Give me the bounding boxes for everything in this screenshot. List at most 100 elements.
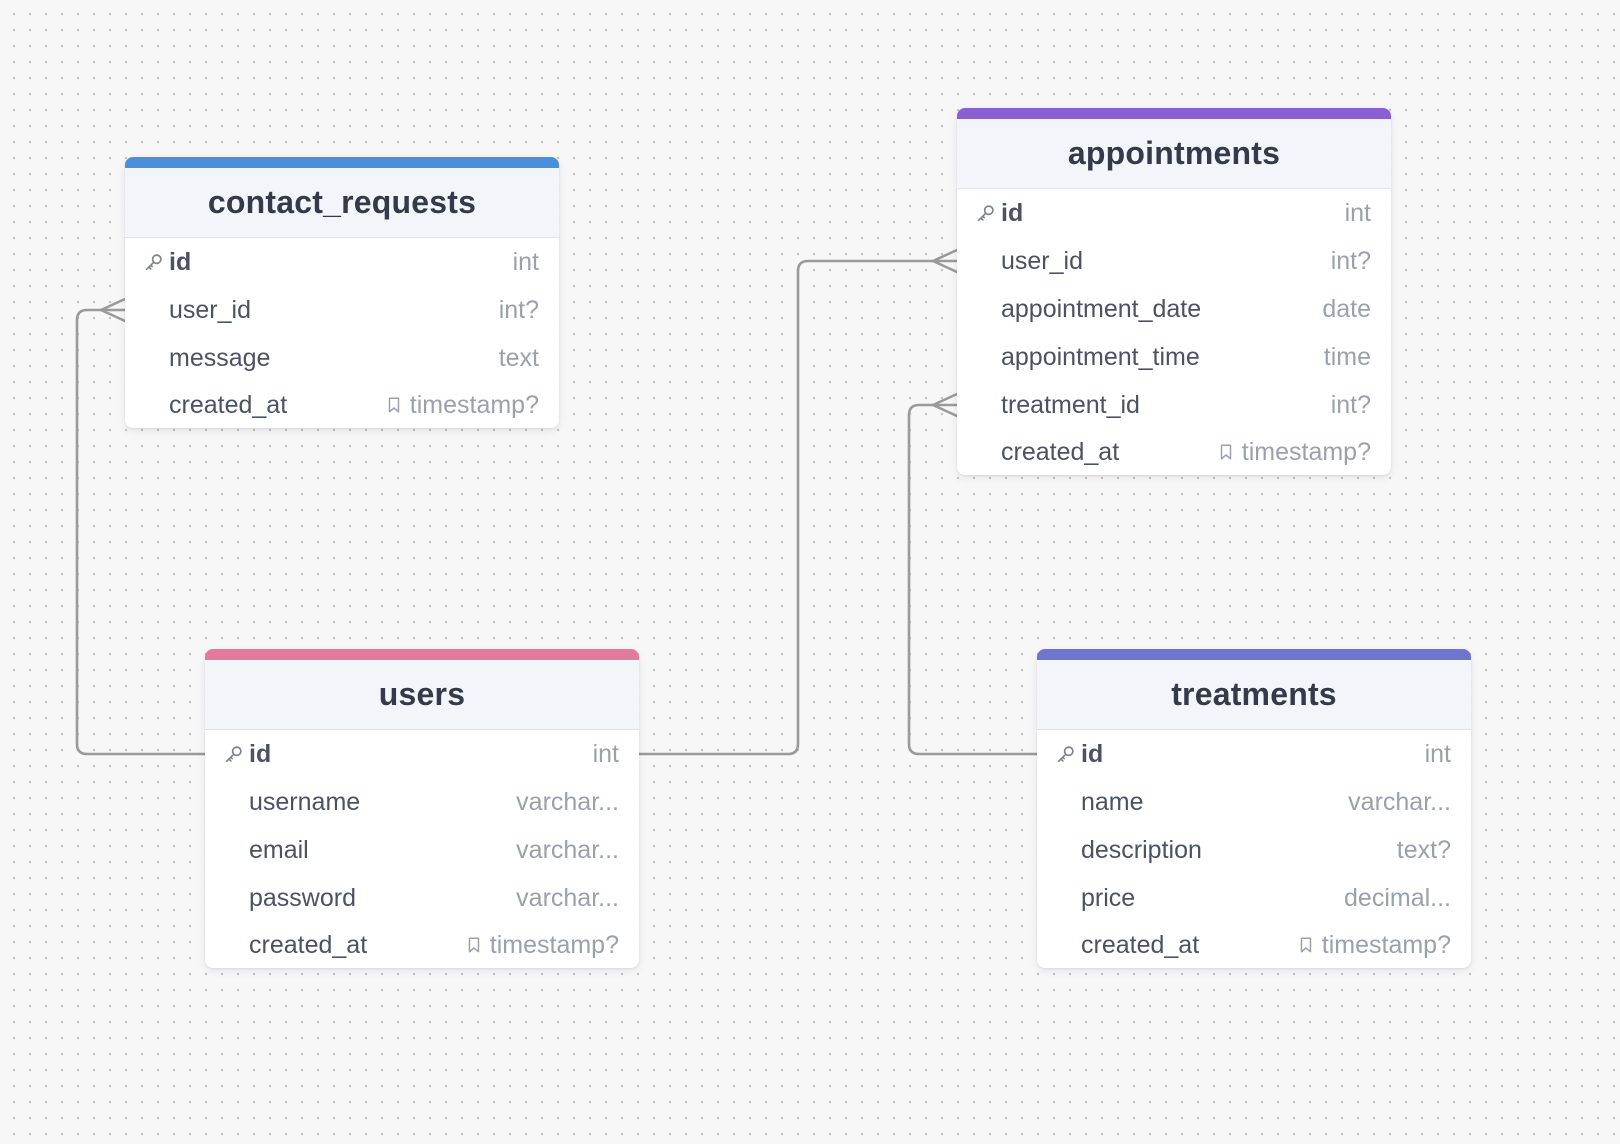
column-type: text? [1397,836,1451,865]
column-name: password [249,883,356,912]
row-icon-placeholder [975,296,1001,322]
key-icon [975,200,1001,226]
column-type: timestamp? [465,931,619,960]
table-users[interactable]: users id int username varchar... email varcha… [205,649,639,968]
column-type: varchar... [1348,788,1451,817]
row-icon-placeholder [975,344,1001,370]
row-icon-placeholder [223,837,249,863]
row-icon-placeholder [975,392,1001,418]
column-type-label: text? [1396,835,1451,864]
row-icon-placeholder [975,439,1001,465]
column-name: email [249,835,309,864]
column-row-appointment-time[interactable]: appointment_time time [957,333,1391,381]
column-row-user-id[interactable]: user_id int? [125,286,559,334]
column-type: timestamp? [1217,438,1371,467]
table-header[interactable]: appointments [957,119,1391,189]
column-type: timestamp? [1297,931,1451,960]
table-treatments[interactable]: treatments id int name varchar... descriptio… [1037,649,1471,968]
column-row-price[interactable]: price decimal... [1037,874,1471,922]
column-row-appointment-date[interactable]: appointment_date date [957,285,1391,333]
column-name: created_at [1001,437,1120,466]
column-row-username[interactable]: username varchar... [205,778,639,826]
key-icon [143,249,169,275]
column-row-created-at[interactable]: created_at timestamp? [1037,922,1471,968]
bookmark-icon [385,394,407,416]
column-type-label: int? [1330,390,1371,419]
column-name: id [1001,198,1024,227]
column-list: id int username varchar... email varchar... pa… [205,730,639,968]
row-icon-placeholder [223,885,249,911]
row-icon-placeholder [1055,932,1081,958]
column-name: created_at [169,390,288,419]
column-row-id[interactable]: id int [125,238,559,286]
column-type-label: varchar... [516,787,619,816]
table-contact-requests[interactable]: contact_requests id int user_id int? message… [125,157,559,428]
column-type: int [513,248,539,277]
column-type: int? [499,296,539,325]
column-type: time [1324,343,1371,372]
row-icon-placeholder [1055,885,1081,911]
column-name: id [249,739,272,768]
table-header[interactable]: contact_requests [125,168,559,238]
column-type-label: varchar... [516,835,619,864]
column-row-created-at[interactable]: created_at timestamp? [205,922,639,968]
table-accent-bar [205,649,639,660]
column-row-user-id[interactable]: user_id int? [957,237,1391,285]
column-type-label: int [512,247,539,276]
column-type-label: decimal... [1344,883,1451,912]
column-name: id [1081,739,1104,768]
column-type-label: int [1344,198,1371,227]
column-row-description[interactable]: description text? [1037,826,1471,874]
column-name: price [1081,883,1136,912]
column-row-created-at[interactable]: created_at timestamp? [957,429,1391,475]
column-type: varchar... [516,836,619,865]
bookmark-icon [1217,441,1239,463]
row-icon-placeholder [975,248,1001,274]
column-row-created-at[interactable]: created_at timestamp? [125,382,559,428]
column-name: treatment_id [1001,390,1140,419]
column-type: date [1322,295,1371,324]
column-row-email[interactable]: email varchar... [205,826,639,874]
column-row-id[interactable]: id int [957,189,1391,237]
column-row-treatment-id[interactable]: treatment_id int? [957,381,1391,429]
column-type-label: int? [498,295,539,324]
column-row-id[interactable]: id int [1037,730,1471,778]
column-type: text [499,344,539,373]
column-type-label: varchar... [1348,787,1451,816]
table-header[interactable]: treatments [1037,660,1471,730]
column-type: int? [1331,391,1371,420]
column-type-label: date [1322,294,1371,323]
column-type-label: int [592,739,619,768]
table-header[interactable]: users [205,660,639,730]
column-name: appointment_time [1001,342,1200,371]
column-type: int? [1331,247,1371,276]
row-icon-placeholder [143,297,169,323]
bookmark-icon [1297,934,1319,956]
column-type-label: timestamp? [1241,437,1371,466]
row-icon-placeholder [223,932,249,958]
column-row-name[interactable]: name varchar... [1037,778,1471,826]
column-type: int [593,740,619,769]
diagram-canvas: contact_requests id int user_id int? message… [0,0,1620,1144]
column-type: int [1425,740,1451,769]
column-name: user_id [1001,246,1083,275]
column-row-password[interactable]: password varchar... [205,874,639,922]
column-type-label: timestamp? [489,930,619,959]
column-type-label: varchar... [516,883,619,912]
column-name: created_at [249,930,368,959]
column-row-message[interactable]: message text [125,334,559,382]
column-row-id[interactable]: id int [205,730,639,778]
column-type: varchar... [516,884,619,913]
column-name: id [169,247,192,276]
column-type-label: timestamp? [409,390,539,419]
column-list: id int user_id int? message text created_at tim… [125,238,559,428]
column-name: description [1081,835,1202,864]
column-type-label: int? [1330,246,1371,275]
column-type: varchar... [516,788,619,817]
column-name: appointment_date [1001,294,1202,323]
table-appointments[interactable]: appointments id int user_id int? appointment… [957,108,1391,475]
column-name: message [169,343,271,372]
column-type: timestamp? [385,391,539,420]
row-icon-placeholder [1055,789,1081,815]
column-type-label: timestamp? [1321,930,1451,959]
